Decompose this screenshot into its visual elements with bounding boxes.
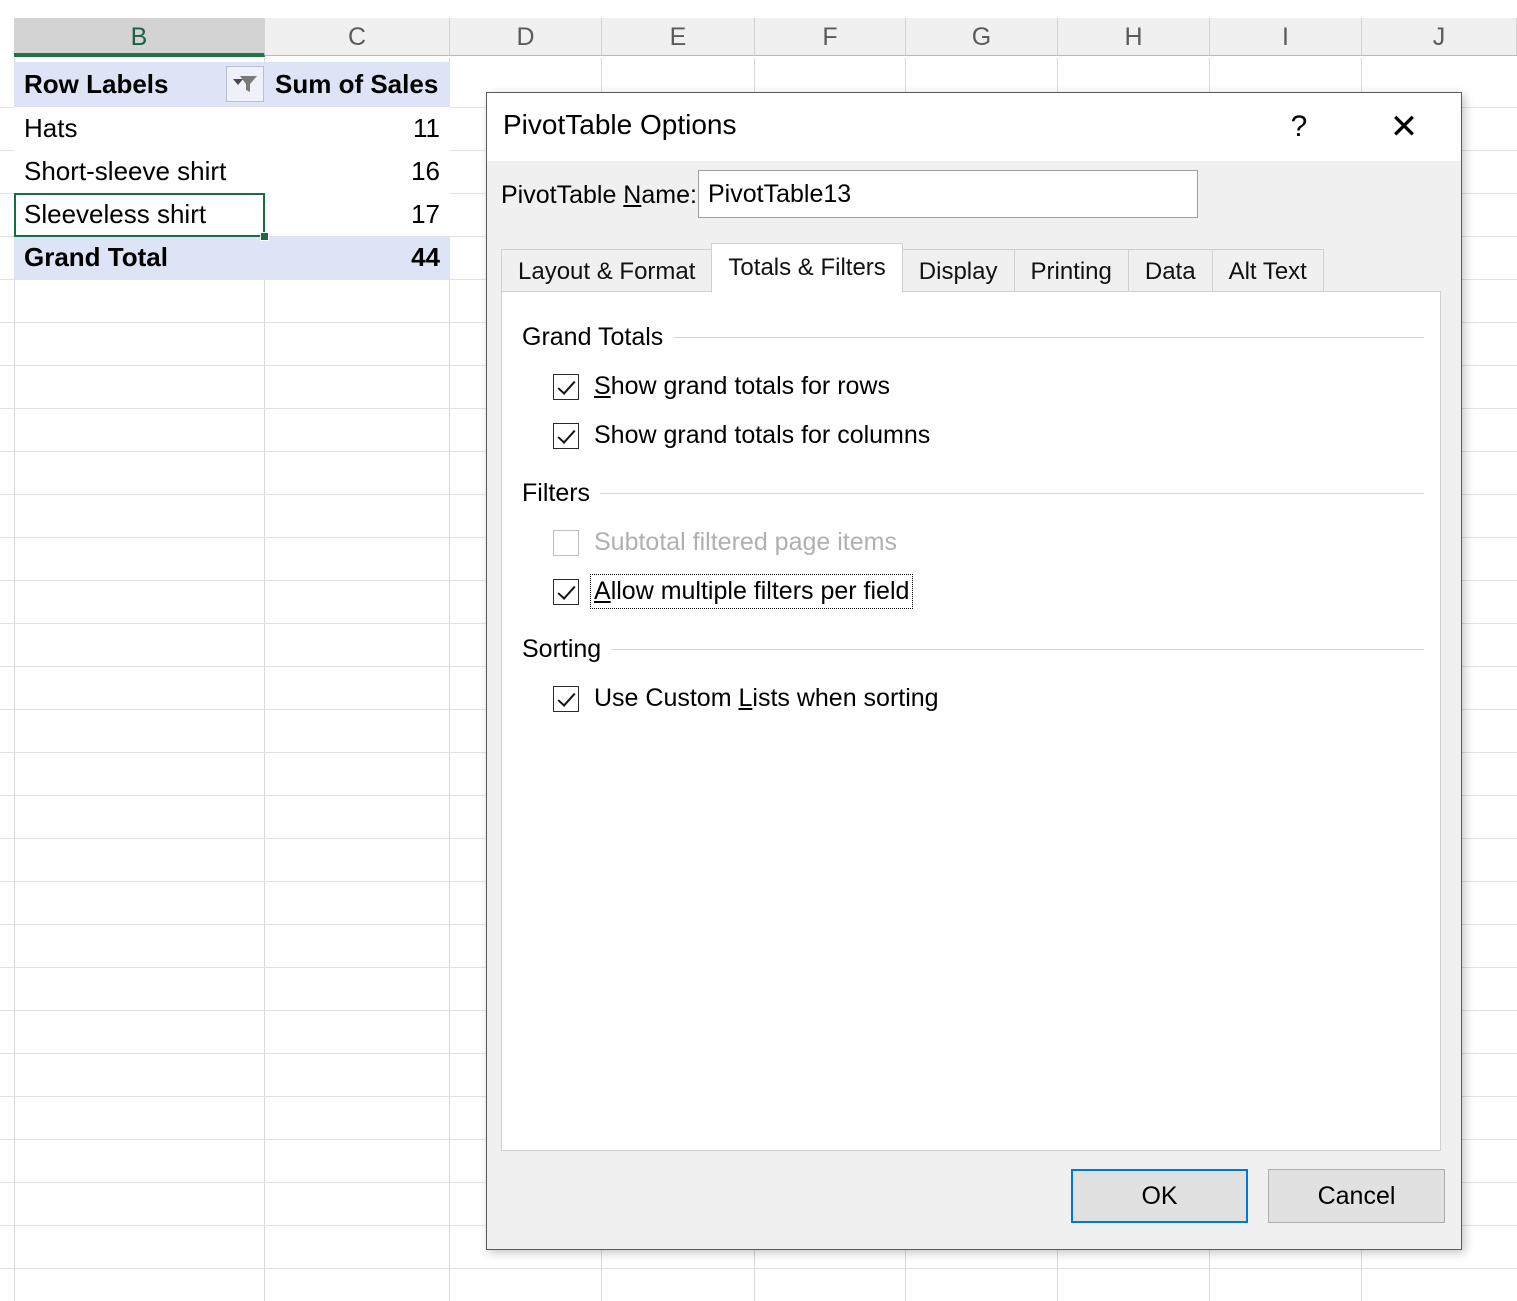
group-divider (673, 336, 1424, 338)
checkbox-icon (553, 529, 579, 556)
checkbox-allow-multiple-filters-per-field[interactable]: Allow multiple filters per field (553, 574, 1424, 609)
checkbox-label: Show grand totals for columns (591, 419, 933, 452)
column-header-b[interactable]: B (14, 18, 265, 57)
group-header: Filters (522, 476, 1424, 510)
label-pre: Use Custom (594, 684, 739, 712)
checkbox-icon[interactable] (553, 685, 579, 712)
close-icon[interactable]: ✕ (1378, 103, 1430, 151)
checkbox-label: Show grand totals for rows (591, 370, 893, 403)
column-header-c[interactable]: C (265, 18, 450, 56)
pivottable-name-label: PivotTable Name: (501, 181, 697, 210)
label-post: rand totals for columns (677, 421, 931, 449)
table-row-value[interactable]: 17 (265, 193, 450, 236)
group-filters: Filters Subtotal filtered page items All… (522, 476, 1424, 609)
table-row-label[interactable]: Sleeveless shirt (14, 193, 265, 236)
help-icon[interactable]: ? (1273, 103, 1325, 151)
checkbox-use-custom-lists-when-sorting[interactable]: Use Custom Lists when sorting (553, 682, 1424, 715)
grand-total-label[interactable]: Grand Total (14, 236, 265, 279)
column-header-g[interactable]: G (906, 18, 1058, 56)
checkbox-label: Allow multiple filters per field (589, 574, 914, 609)
name-label-prefix: PivotTable (501, 181, 624, 209)
group-header: Grand Totals (522, 320, 1424, 354)
group-title: Filters (522, 478, 601, 508)
table-row-value[interactable]: 16 (265, 150, 450, 193)
dialog-title-bar[interactable]: PivotTable Options ? ✕ (487, 93, 1461, 161)
group-title: Sorting (522, 634, 612, 664)
column-header-j[interactable]: J (1362, 18, 1517, 56)
group-sorting: Sorting Use Custom Lists when sorting (522, 632, 1424, 715)
checkbox-icon[interactable] (553, 578, 579, 605)
checkbox-label: Subtotal filtered page items (591, 526, 900, 559)
dialog-title: PivotTable Options (503, 109, 737, 140)
grand-total-value[interactable]: 44 (265, 236, 450, 279)
table-row-value[interactable]: 11 (265, 107, 450, 150)
checkbox-show-grand-totals-columns[interactable]: Show grand totals for columns (553, 419, 1424, 452)
dialog-tabstrip[interactable]: Layout & Format Totals & Filters Display… (501, 243, 1324, 293)
pivottable-name-input[interactable] (698, 170, 1198, 218)
cancel-button[interactable]: Cancel (1268, 1169, 1445, 1223)
group-divider (611, 648, 1424, 650)
name-label-accel: N (623, 181, 642, 209)
label-accel: S (594, 372, 611, 400)
column-header-d[interactable]: D (450, 18, 602, 56)
column-header-f[interactable]: F (755, 18, 906, 56)
column-header-h[interactable]: H (1058, 18, 1210, 56)
checkbox-label: Use Custom Lists when sorting (591, 682, 942, 715)
tab-layout-and-format[interactable]: Layout & Format (501, 249, 713, 293)
grid-line-horizontal (0, 1268, 1517, 1269)
tab-display[interactable]: Display (901, 249, 1015, 293)
label-post: ists when sorting (752, 684, 939, 712)
tab-alt-text[interactable]: Alt Text (1211, 249, 1324, 293)
fill-handle[interactable] (260, 232, 269, 241)
table-row-label[interactable]: Hats (14, 107, 265, 150)
label-accel: g (663, 421, 678, 449)
label-post: llow multiple filters per field (610, 577, 910, 605)
label-accel: L (738, 684, 753, 712)
checkbox-icon[interactable] (553, 422, 579, 449)
label-accel: A (594, 577, 611, 605)
group-grand-totals: Grand Totals Show grand totals for rows … (522, 320, 1424, 452)
checkbox-show-grand-totals-rows[interactable]: Show grand totals for rows (553, 370, 1424, 403)
pivottable-options-dialog: PivotTable Options ? ✕ PivotTable Name: … (486, 92, 1462, 1250)
column-header-i[interactable]: I (1210, 18, 1362, 56)
group-header: Sorting (522, 632, 1424, 666)
pivot-header-sum-of-sales[interactable]: Sum of Sales (265, 62, 450, 107)
label-pre: Show (594, 421, 664, 449)
pivottable-name-row: PivotTable Name: (487, 161, 1461, 231)
column-header-e[interactable]: E (602, 18, 755, 56)
name-label-suffix: ame: (641, 181, 697, 209)
label-post: how grand totals for rows (610, 372, 890, 400)
checkbox-icon[interactable] (553, 373, 579, 400)
tab-totals-and-filters[interactable]: Totals & Filters (711, 243, 903, 293)
ok-button[interactable]: OK (1071, 1169, 1248, 1223)
group-title: Grand Totals (522, 322, 674, 352)
group-divider (600, 492, 1424, 494)
filter-dropdown-icon[interactable] (226, 66, 264, 102)
table-row-label[interactable]: Short-sleeve shirt (14, 150, 265, 193)
label-post: Subtotal filtered page items (594, 528, 897, 556)
tab-printing[interactable]: Printing (1013, 249, 1129, 293)
tab-data[interactable]: Data (1127, 249, 1213, 293)
tab-panel-totals-and-filters: Grand Totals Show grand totals for rows … (501, 291, 1441, 1151)
checkbox-subtotal-filtered-page-items: Subtotal filtered page items (553, 526, 1424, 559)
